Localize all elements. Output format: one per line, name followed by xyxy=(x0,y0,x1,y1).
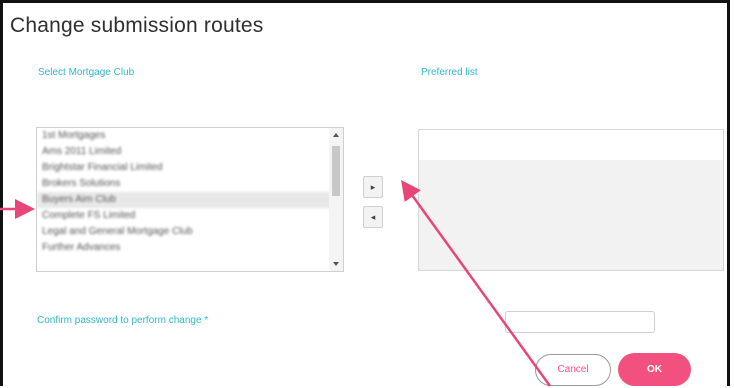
annotation-arrows xyxy=(0,179,552,387)
annotation-arrow-move-button xyxy=(401,179,552,387)
